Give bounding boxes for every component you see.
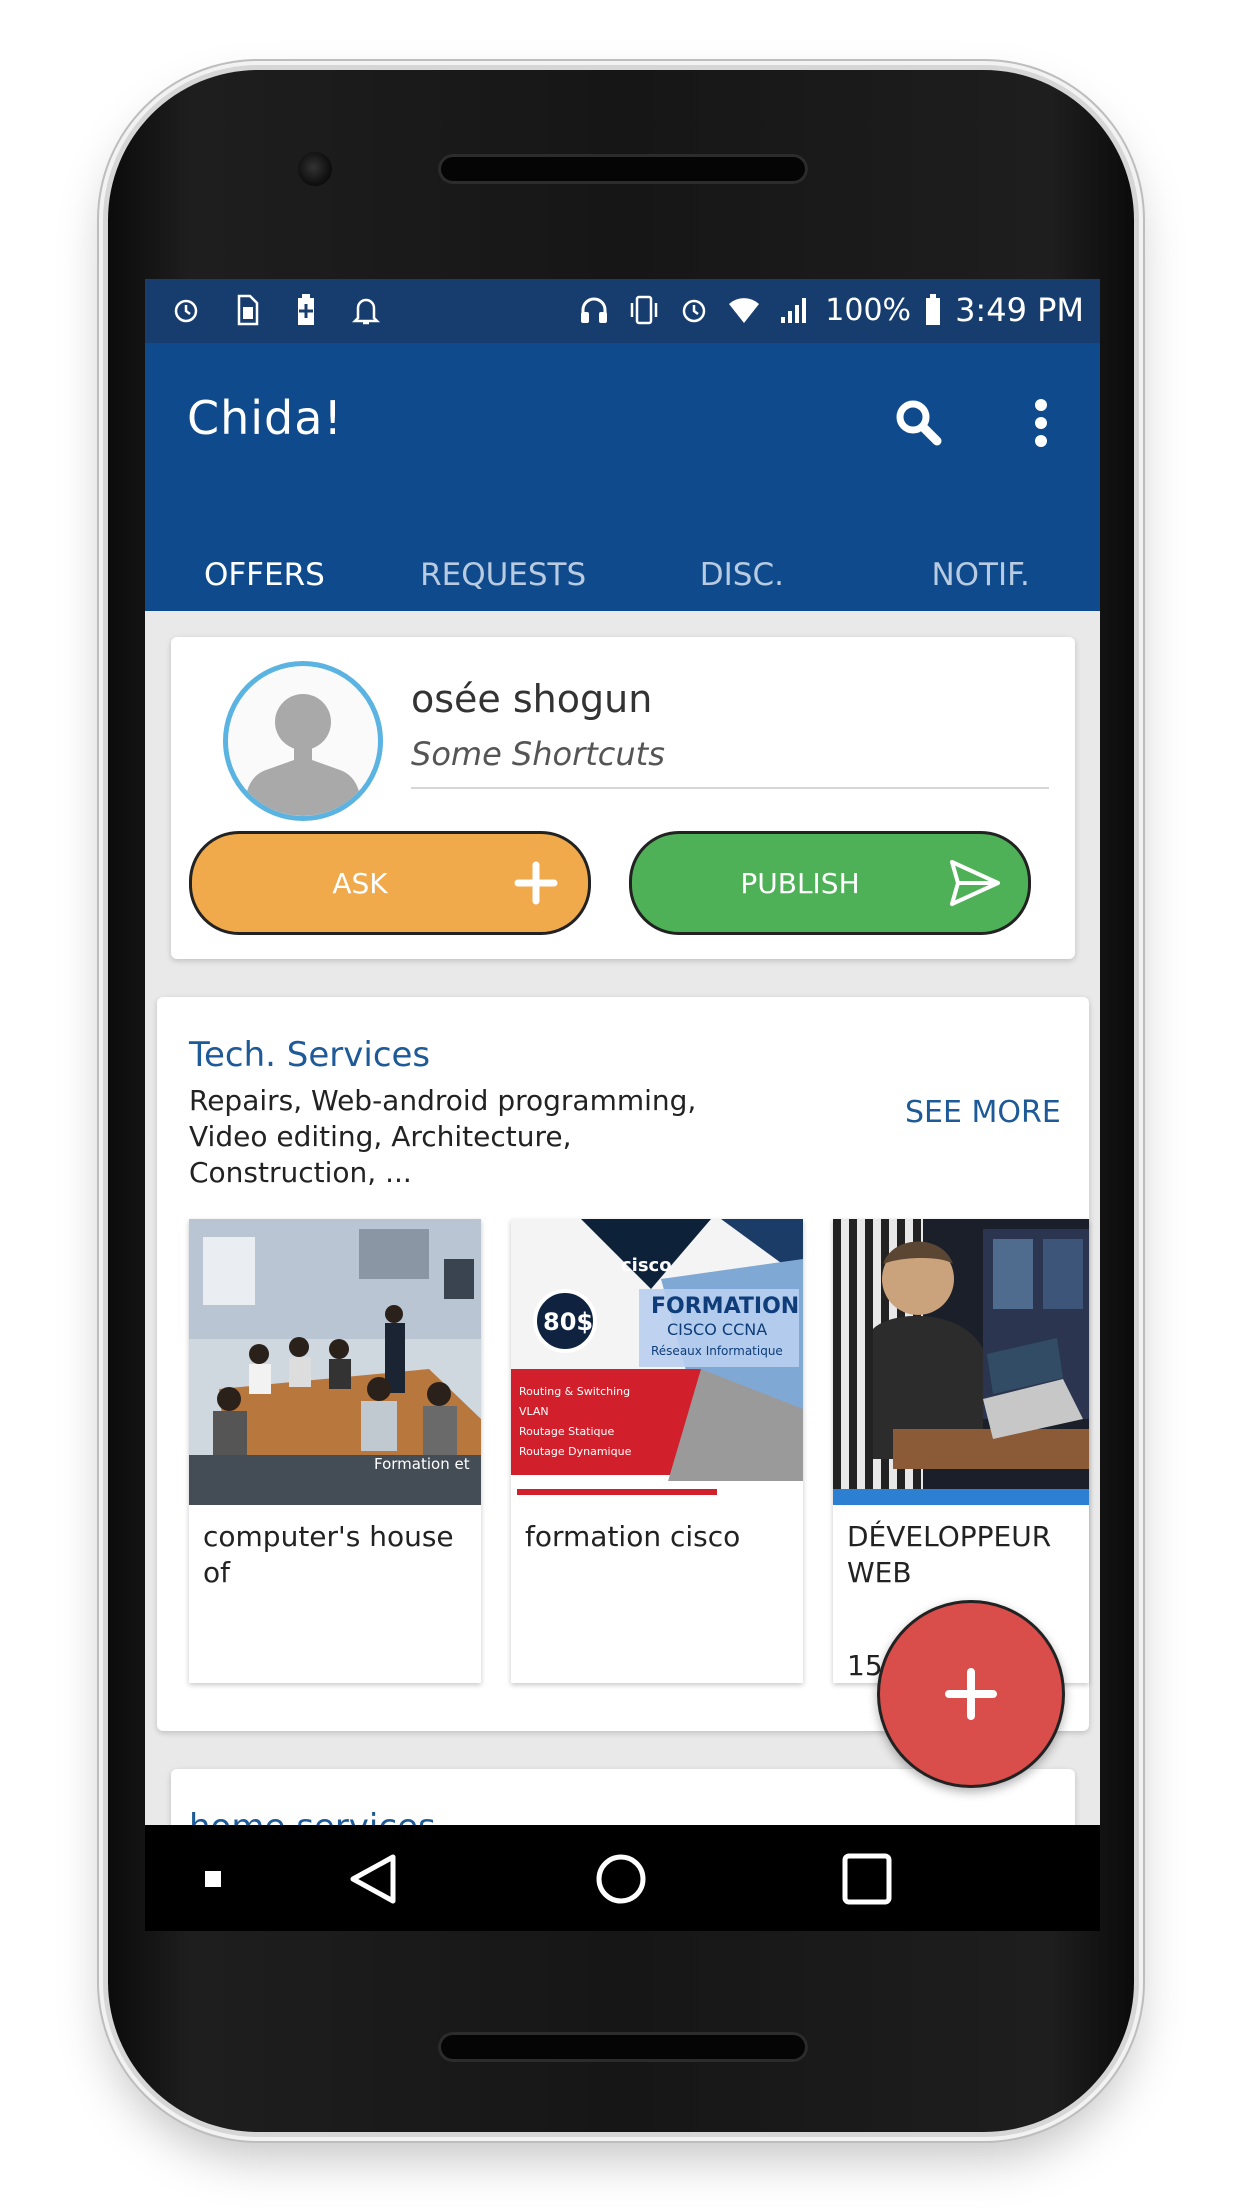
tab-disc[interactable]: DISC.	[623, 539, 862, 611]
alarm-icon	[675, 291, 713, 329]
recents-icon	[842, 1853, 892, 1905]
service-card[interactable]: Formation et computer's house of	[189, 1219, 481, 1683]
top-speaker	[438, 154, 808, 184]
home-button[interactable]	[581, 1853, 661, 1905]
clock: 3:49 PM	[955, 291, 1084, 329]
svg-text:Routage Statique: Routage Statique	[519, 1425, 615, 1438]
sim-icon	[227, 291, 265, 329]
tab-bar: OFFERS REQUESTS DISC. NOTIF.	[145, 539, 1100, 611]
section-title: Tech. Services	[189, 1035, 431, 1075]
battery-percent: 100%	[825, 292, 912, 328]
svg-text:cisco: cisco	[621, 1255, 672, 1276]
search-icon	[896, 400, 942, 446]
back-icon	[350, 1854, 396, 1904]
app-title: Chida!	[187, 391, 343, 445]
svg-text:FORMATION: FORMATION	[651, 1294, 799, 1319]
avatar[interactable]	[223, 661, 383, 821]
status-bar: 100% 3:49 PM	[145, 279, 1100, 343]
service-price: 15	[847, 1649, 883, 1682]
send-icon	[950, 860, 1000, 906]
service-image	[833, 1219, 1089, 1505]
svg-text:Formation et: Formation et	[374, 1455, 470, 1473]
phone-volume-button	[1134, 960, 1142, 1220]
svg-text:80$: 80$	[543, 1308, 593, 1336]
back-button[interactable]	[335, 1853, 415, 1905]
section-description: Repairs, Web-android programming, Video …	[189, 1084, 697, 1189]
more-vert-icon	[1035, 399, 1047, 447]
bell-icon	[347, 291, 385, 329]
plus-icon	[514, 861, 558, 905]
user-name: osée shogun	[411, 677, 653, 721]
search-button[interactable]	[887, 391, 951, 455]
see-more-link[interactable]: SEE MORE	[905, 1095, 1061, 1130]
vibrate-icon	[625, 291, 663, 329]
android-nav-bar	[145, 1825, 1100, 1931]
service-image: Formation et	[189, 1219, 481, 1505]
service-title: DÉVELOPPEUR WEB	[847, 1520, 1052, 1589]
plus-icon	[945, 1668, 997, 1720]
profile-card: osée shogun Some Shortcuts ASK PUBLISH	[171, 637, 1075, 959]
publish-button[interactable]: PUBLISH	[629, 831, 1031, 935]
recents-button[interactable]	[827, 1853, 907, 1905]
svg-text:VLAN: VLAN	[519, 1405, 549, 1418]
battery-charging-icon	[287, 291, 325, 329]
ask-label: ASK	[332, 866, 388, 900]
battery-icon	[923, 291, 943, 329]
app-bar: Chida! OFFERS REQUESTS DISC. NOTIF.	[145, 343, 1100, 611]
phone-screen: 100% 3:49 PM Chida! OFFERS REQUESTS DISC…	[145, 279, 1100, 1931]
add-fab-button[interactable]	[877, 1600, 1065, 1788]
service-image: cisco 80$ FORMATION CISCO CCNA Réseaux I…	[511, 1219, 803, 1505]
front-camera	[298, 152, 332, 186]
tab-notif[interactable]: NOTIF.	[861, 539, 1100, 611]
user-subtitle: Some Shortcuts	[411, 735, 665, 773]
headset-icon	[575, 291, 613, 329]
service-card[interactable]: cisco 80$ FORMATION CISCO CCNA Réseaux I…	[511, 1219, 803, 1683]
signal-icon	[775, 291, 813, 329]
user-silhouette-icon	[244, 694, 362, 816]
ask-button[interactable]: ASK	[189, 831, 591, 935]
publish-label: PUBLISH	[740, 866, 860, 900]
overflow-menu-button[interactable]	[1021, 391, 1061, 455]
tab-requests[interactable]: REQUESTS	[384, 539, 623, 611]
svg-text:CISCO CCNA: CISCO CCNA	[667, 1320, 767, 1339]
bottom-speaker	[438, 2032, 808, 2062]
service-title: formation cisco	[525, 1520, 741, 1553]
screen-pin-icon	[205, 1871, 221, 1887]
divider	[411, 787, 1049, 789]
home-icon	[596, 1854, 646, 1904]
svg-text:Réseaux Informatique: Réseaux Informatique	[651, 1344, 783, 1358]
service-title: computer's house of	[203, 1520, 454, 1589]
tab-offers[interactable]: OFFERS	[145, 539, 384, 611]
svg-text:Routage Dynamique: Routage Dynamique	[519, 1445, 632, 1458]
alarm-icon	[167, 291, 205, 329]
phone-power-button	[1134, 750, 1142, 890]
wifi-icon	[725, 291, 763, 329]
svg-text:Routing & Switching: Routing & Switching	[519, 1385, 630, 1398]
